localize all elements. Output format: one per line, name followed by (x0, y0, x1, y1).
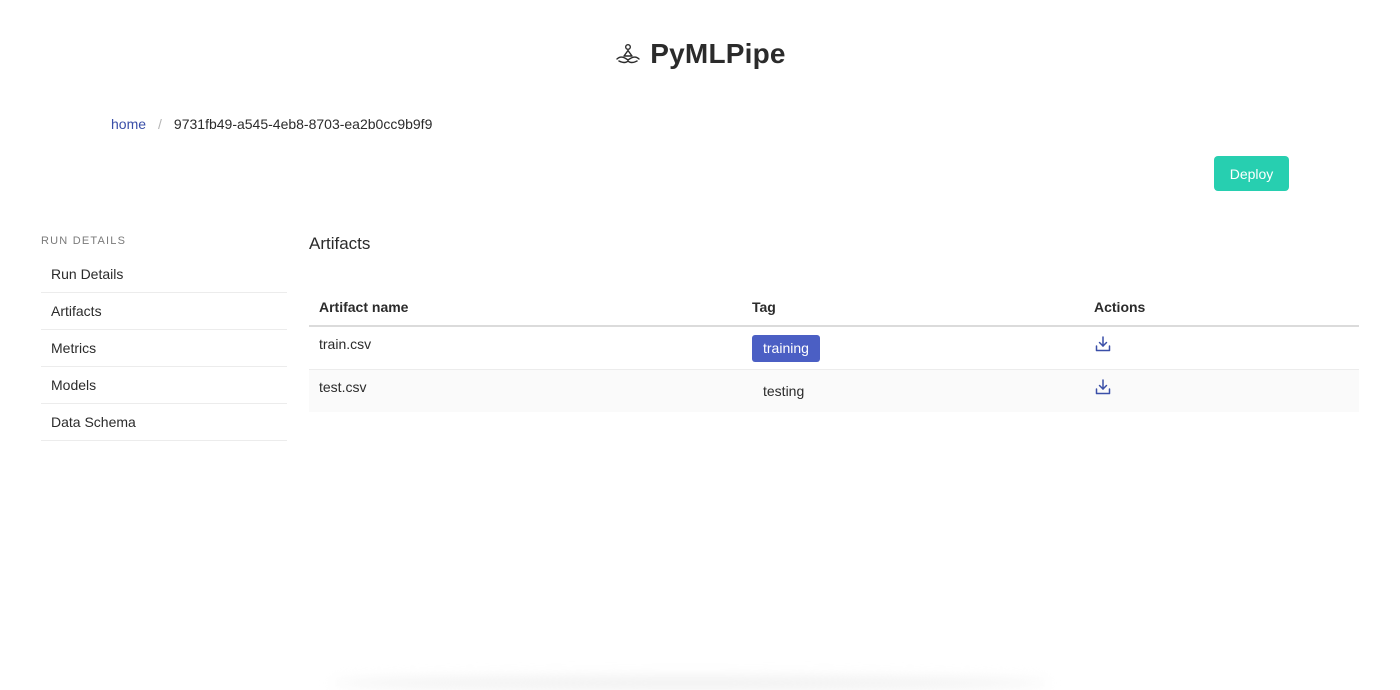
lotus-icon (614, 40, 642, 68)
sidebar-item-data-schema[interactable]: Data Schema (41, 404, 287, 441)
sidebar: RUN DETAILS Run Details Artifacts Metric… (41, 234, 287, 441)
artifact-name-cell: train.csv (309, 326, 742, 370)
app-title: PyMLPipe (650, 38, 786, 69)
sidebar-item-artifacts[interactable]: Artifacts (41, 293, 287, 330)
window-shadow (330, 676, 1050, 690)
artifact-actions-cell (1084, 369, 1359, 412)
table-row: test.csv testing (309, 369, 1359, 412)
download-icon[interactable] (1094, 378, 1112, 396)
section-title: Artifacts (309, 234, 371, 253)
sidebar-heading: RUN DETAILS (41, 235, 127, 247)
artifact-name: train.csv (319, 336, 372, 352)
breadcrumb-home-link[interactable]: home (111, 116, 146, 132)
column-header-actions: Actions (1084, 290, 1359, 327)
sidebar-menu: Run Details Artifacts Metrics Models Dat… (41, 256, 287, 441)
sidebar-item-run-details[interactable]: Run Details (41, 256, 287, 293)
artifact-name: test.csv (319, 379, 367, 395)
main-content: Artifacts Artifact name Tag Actions trai… (309, 232, 1359, 412)
artifact-name-cell: test.csv (309, 369, 742, 412)
artifacts-table: Artifact name Tag Actions train.csv trai… (309, 290, 1359, 412)
sidebar-item-models[interactable]: Models (41, 367, 287, 404)
tag-badge: training (752, 334, 820, 362)
breadcrumb-separator: / (158, 116, 162, 132)
sidebar-item-metrics[interactable]: Metrics (41, 330, 287, 367)
breadcrumb-current-run-id: 9731fb49-a545-4eb8-8703-ea2b0cc9b9f9 (173, 116, 433, 132)
tag-badge: testing (763, 382, 805, 399)
table-header-row: Artifact name Tag Actions (309, 290, 1359, 327)
deploy-button[interactable]: Deploy (1214, 156, 1289, 191)
column-header-tag: Tag (742, 290, 1084, 327)
page: PyMLPipe home / 9731fb49-a545-4eb8-8703-… (0, 0, 1400, 690)
artifact-tag-cell: testing (742, 369, 1084, 412)
column-header-artifact-name: Artifact name (309, 290, 742, 327)
artifact-tag-cell: training (742, 326, 1084, 370)
app-header: PyMLPipe (0, 38, 1400, 70)
breadcrumb: home / 9731fb49-a545-4eb8-8703-ea2b0cc9b… (111, 116, 432, 132)
download-icon[interactable] (1094, 335, 1112, 353)
table-row: train.csv training (309, 326, 1359, 370)
artifact-actions-cell (1084, 326, 1359, 370)
